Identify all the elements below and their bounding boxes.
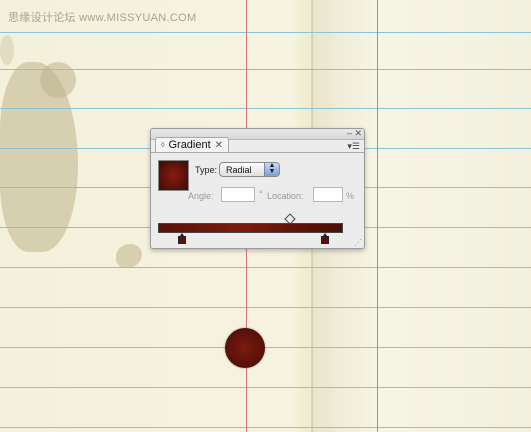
ruled-line bbox=[0, 69, 531, 70]
type-select[interactable]: Radial ▲ ▼ bbox=[219, 162, 280, 177]
type-label: Type: bbox=[195, 165, 218, 175]
location-input[interactable] bbox=[313, 187, 343, 202]
watermark-text: 思缘设计论坛 www.MISSYUAN.COM bbox=[8, 12, 197, 24]
panel-menu-icon[interactable]: ▾☰ bbox=[347, 141, 360, 152]
ruled-line bbox=[0, 347, 531, 348]
color-stop-left[interactable] bbox=[178, 233, 186, 244]
ink-splat-edge bbox=[0, 35, 14, 65]
gradient-ramp[interactable] bbox=[158, 223, 343, 233]
ruled-line bbox=[0, 427, 531, 428]
panel-close-button[interactable]: ✕ bbox=[354, 128, 362, 138]
location-label: Location: bbox=[267, 191, 304, 201]
angle-label: Angle: bbox=[188, 191, 214, 201]
type-select-value: Radial bbox=[226, 165, 252, 175]
double-arrow-icon[interactable]: ◊ bbox=[161, 138, 164, 153]
color-stop-right[interactable] bbox=[321, 233, 329, 244]
select-stepper-icon[interactable]: ▲ ▼ bbox=[264, 162, 279, 176]
ruled-line bbox=[0, 387, 531, 388]
close-icon[interactable]: ✕ bbox=[215, 138, 223, 153]
minimize-button[interactable]: – bbox=[347, 128, 352, 138]
radial-gradient-circle[interactable] bbox=[225, 328, 265, 368]
tab-divider bbox=[151, 152, 364, 153]
gradient-panel: – ✕ ◊ Gradient ✕ ▾☰ Type: Radial ▲ ▼ Angl… bbox=[150, 128, 365, 249]
ruled-line bbox=[0, 32, 531, 33]
ink-splat-lobe bbox=[40, 62, 76, 98]
ruled-line bbox=[0, 267, 531, 268]
ruled-line bbox=[0, 307, 531, 308]
ink-splat-drop bbox=[116, 244, 142, 268]
gradient-preview-swatch[interactable] bbox=[158, 160, 189, 191]
ruled-line bbox=[0, 108, 531, 109]
resize-grip-icon[interactable]: ⋰ bbox=[354, 239, 362, 247]
stop-swatch bbox=[321, 236, 329, 244]
angle-input[interactable] bbox=[221, 187, 255, 202]
stop-swatch bbox=[178, 236, 186, 244]
margin-line bbox=[377, 0, 378, 432]
tab-gradient[interactable]: ◊ Gradient ✕ bbox=[155, 137, 230, 153]
tab-gradient-label: Gradient bbox=[168, 139, 211, 151]
angle-unit: ° bbox=[259, 189, 263, 199]
location-unit: % bbox=[346, 191, 355, 201]
